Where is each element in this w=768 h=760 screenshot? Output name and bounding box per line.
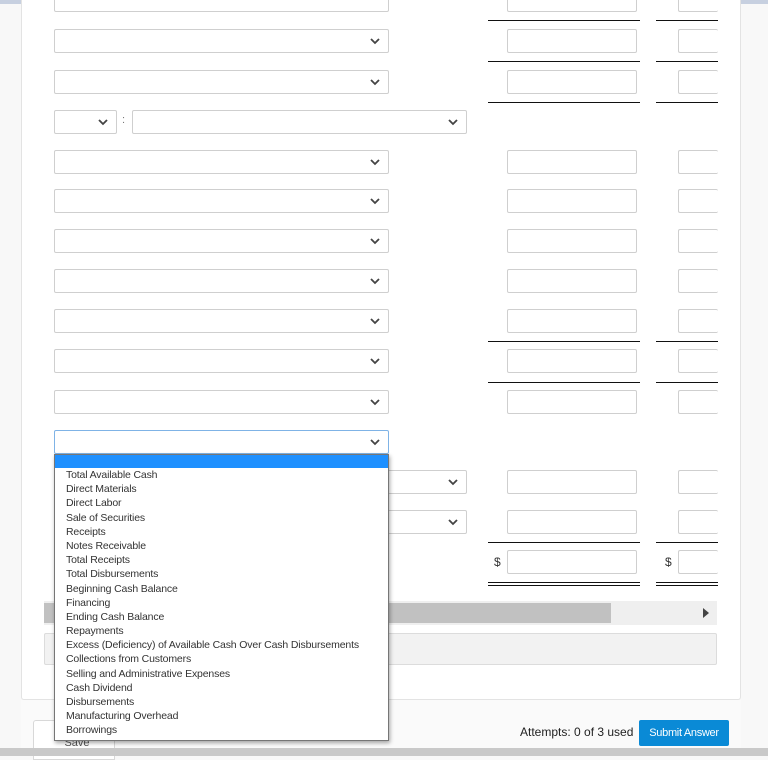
- currency-symbol: $: [665, 555, 672, 569]
- amount-input-col1[interactable]: [507, 70, 637, 94]
- chevron-down-icon: [448, 477, 458, 487]
- chevron-down-icon: [370, 196, 380, 206]
- amount-input-col2[interactable]: [678, 189, 718, 213]
- amount-input-col2[interactable]: [678, 470, 718, 494]
- chevron-down-icon: [370, 276, 380, 286]
- dropdown-option[interactable]: Financing: [55, 596, 388, 610]
- chevron-down-icon: [448, 117, 458, 127]
- account-select[interactable]: [54, 390, 389, 414]
- account-select[interactable]: [54, 269, 389, 293]
- subtotal-rule: [488, 20, 640, 21]
- subtotal-rule: [656, 102, 718, 103]
- dropdown-option[interactable]: Receipts: [55, 525, 388, 539]
- total-double-rule: [488, 582, 640, 586]
- total-input-col1[interactable]: [507, 550, 637, 574]
- amount-input-col2[interactable]: [678, 29, 718, 53]
- account-select[interactable]: [54, 349, 389, 373]
- amount-input-col1[interactable]: [507, 29, 637, 53]
- dropdown-option[interactable]: Repayments: [55, 624, 388, 638]
- amount-input-col1[interactable]: [507, 229, 637, 253]
- chevron-down-icon: [370, 316, 380, 326]
- dropdown-option[interactable]: Total Receipts: [55, 553, 388, 567]
- chevron-down-icon: [370, 36, 380, 46]
- subtotal-rule: [656, 341, 718, 342]
- subtotal-rule: [656, 61, 718, 62]
- account-select[interactable]: [54, 229, 389, 253]
- chevron-down-icon: [98, 117, 108, 127]
- scroll-right-arrow-icon[interactable]: [703, 608, 709, 618]
- total-double-rule: [656, 582, 718, 586]
- prefix-select[interactable]: [54, 110, 117, 134]
- subtotal-rule: [656, 382, 718, 383]
- dropdown-option[interactable]: Cash Dividend: [55, 681, 388, 695]
- account-select[interactable]: [132, 110, 467, 134]
- amount-input-col2[interactable]: [678, 229, 718, 253]
- separator-colon: :: [122, 114, 126, 126]
- dropdown-option[interactable]: Beginning Cash Balance: [55, 582, 388, 596]
- dropdown-option[interactable]: Sale of Securities: [55, 511, 388, 525]
- account-select-open[interactable]: [54, 430, 389, 454]
- amount-input-col2[interactable]: [678, 70, 718, 94]
- account-select[interactable]: [54, 150, 389, 174]
- amount-input-col1[interactable]: [507, 189, 637, 213]
- dropdown-option[interactable]: Borrowings: [55, 723, 388, 737]
- amount-input-col1[interactable]: [507, 349, 637, 373]
- chevron-down-icon: [448, 517, 458, 527]
- bottom-bar: [0, 748, 768, 756]
- dropdown-option[interactable]: Manufacturing Overhead: [55, 709, 388, 723]
- currency-symbol: $: [494, 555, 501, 569]
- dropdown-option[interactable]: [55, 455, 388, 468]
- chevron-down-icon: [370, 157, 380, 167]
- dropdown-option[interactable]: Ending Cash Balance: [55, 610, 388, 624]
- subtotal-rule: [488, 102, 640, 103]
- dropdown-option[interactable]: Direct Labor: [55, 496, 388, 510]
- amount-input-col2[interactable]: [678, 510, 718, 534]
- dropdown-option[interactable]: Total Disbursements: [55, 567, 388, 581]
- dropdown-listbox[interactable]: Total Available Cash Direct Materials Di…: [54, 454, 389, 741]
- subtotal-rule: [488, 542, 640, 543]
- subtotal-rule: [488, 382, 640, 383]
- amount-input-col2[interactable]: [678, 150, 718, 174]
- account-select[interactable]: [54, 0, 389, 12]
- subtotal-rule: [488, 61, 640, 62]
- amount-input-col1[interactable]: [507, 309, 637, 333]
- amount-input-col2[interactable]: [678, 390, 718, 414]
- dropdown-option[interactable]: Direct Materials: [55, 482, 388, 496]
- attempts-counter: Attempts: 0 of 3 used: [520, 725, 634, 739]
- account-select[interactable]: [54, 29, 389, 53]
- amount-input-col2[interactable]: [678, 309, 718, 333]
- account-select[interactable]: [54, 309, 389, 333]
- amount-input-col1[interactable]: [507, 0, 637, 12]
- amount-input-col1[interactable]: [507, 510, 637, 534]
- chevron-down-icon: [370, 236, 380, 246]
- subtotal-rule: [656, 542, 718, 543]
- chevron-down-icon: [370, 397, 380, 407]
- amount-input-col1[interactable]: [507, 470, 637, 494]
- chevron-down-icon: [370, 77, 380, 87]
- amount-input-col2[interactable]: [678, 0, 718, 12]
- amount-input-col1[interactable]: [507, 390, 637, 414]
- dropdown-option[interactable]: Total Available Cash: [55, 468, 388, 482]
- subtotal-rule: [656, 20, 718, 21]
- submit-answer-button[interactable]: Submit Answer: [639, 720, 729, 746]
- dropdown-option[interactable]: Excess (Deficiency) of Available Cash Ov…: [55, 638, 388, 652]
- subtotal-rule: [488, 341, 640, 342]
- dropdown-option[interactable]: Notes Receivable: [55, 539, 388, 553]
- total-input-col2[interactable]: [678, 550, 718, 574]
- account-select[interactable]: [54, 70, 389, 94]
- amount-input-col2[interactable]: [678, 349, 718, 373]
- amount-input-col1[interactable]: [507, 150, 637, 174]
- account-select[interactable]: [54, 189, 389, 213]
- amount-input-col1[interactable]: [507, 269, 637, 293]
- dropdown-option[interactable]: Disbursements: [55, 695, 388, 709]
- dropdown-option[interactable]: Collections from Customers: [55, 652, 388, 666]
- amount-input-col2[interactable]: [678, 269, 718, 293]
- dropdown-option[interactable]: Selling and Administrative Expenses: [55, 667, 388, 681]
- chevron-down-icon: [370, 356, 380, 366]
- chevron-down-icon: [370, 437, 380, 447]
